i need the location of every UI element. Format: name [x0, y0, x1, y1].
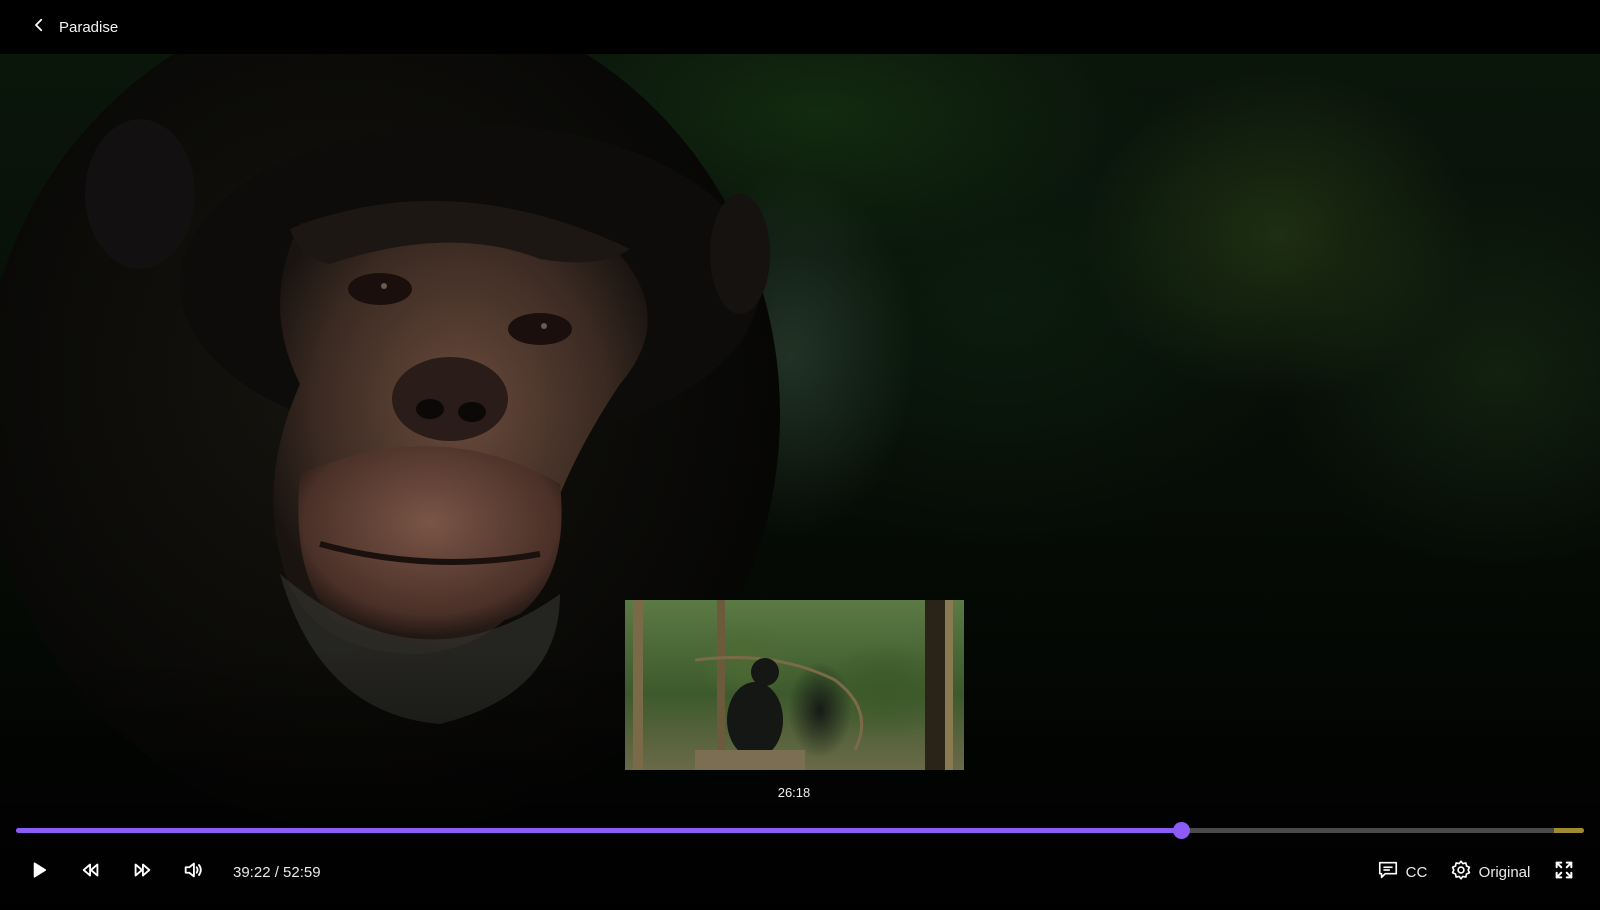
- time-display: 39:22 / 52:59: [233, 863, 321, 881]
- video-player[interactable]: Paradise 26:18 39:22 / 52:59 CC Original: [0, 0, 1600, 910]
- fast-forward-icon: [131, 859, 153, 886]
- cc-label: CC: [1405, 863, 1428, 881]
- volume-button[interactable]: [179, 856, 207, 888]
- fullscreen-icon: [1553, 859, 1575, 886]
- play-icon: [28, 859, 50, 886]
- chevron-left-icon: [30, 16, 48, 39]
- fullscreen-button[interactable]: [1551, 856, 1577, 888]
- rewind-button[interactable]: [78, 856, 104, 888]
- rewind-icon: [80, 859, 102, 886]
- seek-thumb[interactable]: [1173, 822, 1191, 839]
- captions-icon: [1377, 859, 1399, 886]
- cc-button[interactable]: CC: [1376, 856, 1428, 888]
- gear-icon: [1450, 859, 1472, 886]
- seek-preview-thumbnail: [625, 600, 964, 770]
- quality-label: Original: [1478, 863, 1531, 881]
- seek-progress: [16, 828, 1182, 833]
- top-bar: Paradise: [0, 0, 1600, 54]
- seek-bar[interactable]: [16, 822, 1584, 839]
- video-frame[interactable]: [0, 54, 1600, 910]
- back-button[interactable]: Paradise: [30, 12, 118, 42]
- control-bar: 39:22 / 52:59 CC Original: [0, 852, 1600, 892]
- volume-icon: [182, 859, 204, 886]
- quality-settings-button[interactable]: Original: [1449, 856, 1531, 888]
- play-button[interactable]: [26, 856, 52, 888]
- forward-button[interactable]: [129, 856, 155, 888]
- seek-preview-time: 26:18: [777, 785, 811, 800]
- seek-end-marker: [1554, 828, 1584, 833]
- video-title: Paradise: [59, 18, 119, 36]
